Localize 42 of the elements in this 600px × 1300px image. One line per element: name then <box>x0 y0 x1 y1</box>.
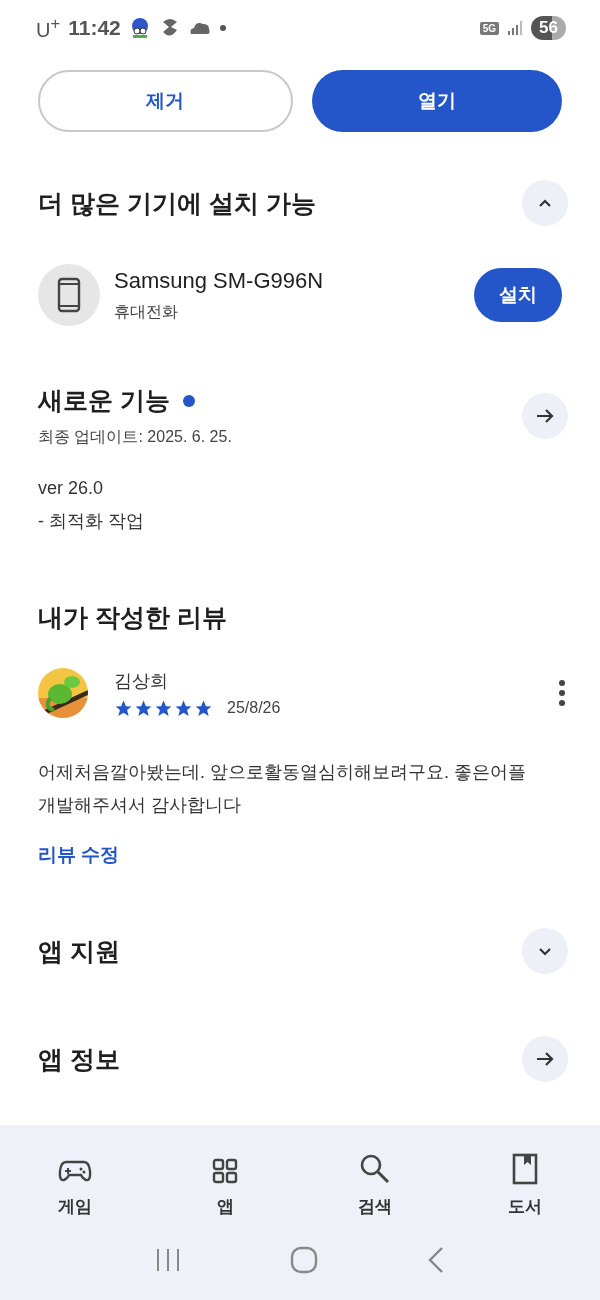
cloud-icon <box>188 21 211 35</box>
device-type: 휴대전화 <box>114 301 179 322</box>
install-button[interactable]: 설치 <box>474 268 562 322</box>
signal-icon <box>507 20 524 36</box>
uninstall-button[interactable]: 제거 <box>38 70 293 132</box>
back-icon[interactable] <box>426 1245 446 1274</box>
review-text: 어제처음깔아봤는데. 앞으로활동열심히해보려구요. 좋은어플 개발해주셔서 감사합니다 <box>38 761 527 817</box>
home-icon[interactable] <box>290 1245 318 1274</box>
dot-icon <box>218 24 227 32</box>
book-icon <box>512 1153 538 1185</box>
open-button[interactable]: 열기 <box>311 70 562 132</box>
arrow-button[interactable] <box>522 1036 568 1082</box>
nav-tab[interactable]: 게임 <box>0 1141 150 1219</box>
star-icon <box>154 698 173 718</box>
section-title: 내가 작성한 리뷰 <box>38 602 227 633</box>
section-title: 앱 정보 <box>38 1043 120 1075</box>
search-icon <box>359 1153 391 1185</box>
star-icon <box>174 698 193 718</box>
section-title: 앱 지원 <box>38 935 120 967</box>
star-icon <box>114 698 133 718</box>
carrier-name: U$^{+}$ <box>36 14 61 42</box>
network-indicator: 5G <box>479 21 500 35</box>
battery-indicator: 56 <box>531 16 566 40</box>
release-note: ver 26.0 <box>38 478 105 499</box>
arrow-button[interactable] <box>522 393 568 439</box>
nav-tab[interactable]: 도서 <box>450 1141 600 1219</box>
recent-apps-icon[interactable] <box>154 1247 182 1272</box>
clock-time: 11:42 <box>68 16 121 40</box>
nav-tab[interactable]: 앱 <box>150 1141 300 1219</box>
section-title: 새로운 기능 <box>38 385 170 416</box>
device-name: Samsung SM-G996N <box>114 267 325 294</box>
grid-icon <box>211 1157 239 1185</box>
star-icon <box>134 698 153 718</box>
edit-review-link[interactable]: 리뷰 수정 <box>38 842 120 868</box>
review-date: 25/8/26 <box>227 699 281 717</box>
more-options-icon[interactable] <box>556 679 568 707</box>
section-title: 더 많은 기기에 설치 가능 <box>38 187 316 219</box>
reviewer-name: 김상희 <box>114 669 169 693</box>
star-icon <box>194 698 213 718</box>
release-note: - 최적화 작업 <box>38 510 145 533</box>
update-date: 최종 업데이트: 2025. 6. 25. <box>38 427 232 447</box>
nav-tab[interactable]: 검색 <box>300 1141 450 1219</box>
